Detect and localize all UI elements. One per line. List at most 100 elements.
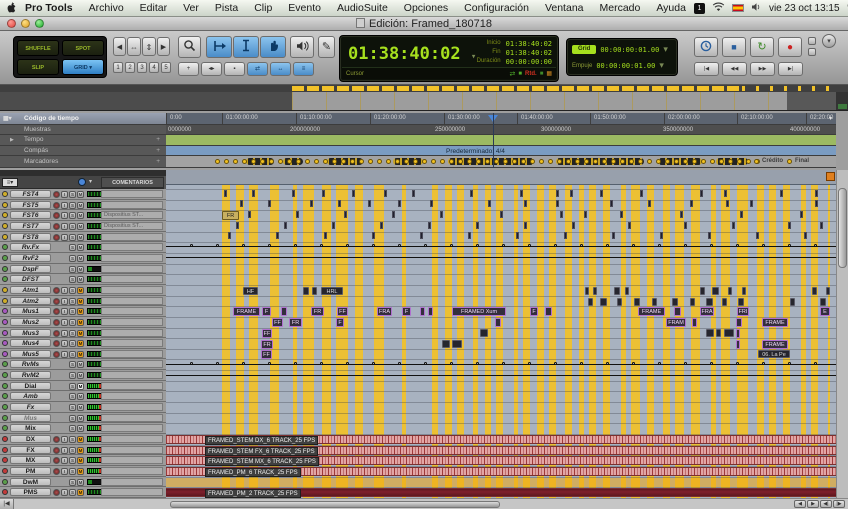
small-clip[interactable] [268, 200, 271, 207]
automation-breakpoint[interactable] [242, 244, 245, 247]
ruler-values-4[interactable]: CréditoFinal [166, 156, 836, 168]
marker-dot[interactable] [620, 159, 625, 164]
horizontal-scrollbar[interactable]: |◀ ◀ ▶ ◀| |▶ [0, 498, 848, 509]
track-name[interactable]: RvM2 [10, 371, 51, 379]
clip-hf[interactable]: HF [243, 287, 258, 295]
track-name[interactable]: RvF2 [10, 254, 51, 262]
record-enable-button[interactable] [53, 298, 60, 305]
clip[interactable] [545, 307, 552, 316]
small-clip[interactable] [700, 190, 703, 197]
marker-dot[interactable] [350, 159, 355, 164]
zoom-vertical-button[interactable]: ⇕ [142, 37, 156, 56]
small-clip[interactable] [252, 190, 255, 197]
automation-breakpoint[interactable] [814, 362, 817, 365]
small-clip[interactable] [380, 222, 383, 229]
marker-dot[interactable] [467, 159, 472, 164]
solo-button[interactable]: S [69, 404, 76, 411]
solo-button[interactable]: S [69, 479, 76, 486]
small-clip[interactable] [500, 211, 503, 218]
input-monitor-button[interactable]: I [61, 223, 68, 230]
automation-breakpoint[interactable] [268, 362, 271, 365]
record-enable-button[interactable] [53, 223, 60, 230]
clip[interactable] [692, 318, 697, 327]
menu-ver[interactable]: Ver [175, 2, 207, 14]
track-name[interactable]: DspF [10, 265, 51, 273]
solo-button[interactable]: S [69, 447, 76, 454]
automation-breakpoint[interactable] [346, 362, 349, 365]
track-comment[interactable] [101, 275, 163, 283]
clip[interactable] [585, 287, 589, 295]
small-clip[interactable] [800, 211, 803, 218]
clip[interactable] [736, 318, 742, 327]
mute-button[interactable]: M [77, 234, 84, 241]
marker-label[interactable]: Crédito [762, 158, 783, 164]
timeline-insertion-icon[interactable]: ⇄ [510, 70, 516, 78]
universe-view[interactable] [0, 85, 848, 111]
menu-editar[interactable]: Editar [132, 2, 175, 14]
automation-breakpoint[interactable] [632, 362, 635, 365]
automation-breakpoint[interactable] [424, 362, 427, 365]
small-clip[interactable] [680, 211, 683, 218]
track-row-pm[interactable]: PMISM [0, 466, 166, 477]
universe-visible-range[interactable] [292, 92, 787, 110]
automation-breakpoint[interactable] [502, 244, 505, 247]
record-enable-button[interactable] [53, 191, 60, 198]
small-clip[interactable] [600, 190, 603, 197]
marker-dot[interactable] [332, 159, 337, 164]
marker-dot[interactable] [647, 159, 652, 164]
clip[interactable] [736, 329, 740, 338]
record-enable-button[interactable] [53, 489, 60, 496]
track-row-fx[interactable]: FxSM [0, 402, 166, 413]
track-row-fst6[interactable]: FST6ISMDispositius ST... [0, 210, 166, 221]
solo-button[interactable]: S [69, 330, 76, 337]
solo-button[interactable]: S [69, 489, 76, 496]
input-monitor-button[interactable]: I [61, 489, 68, 496]
mute-button[interactable]: M [77, 212, 84, 219]
automation-breakpoint[interactable] [242, 362, 245, 365]
solo-button[interactable]: S [69, 372, 76, 379]
marker-dot[interactable] [368, 159, 373, 164]
marker-dot[interactable] [485, 159, 490, 164]
clip-fri[interactable]: FRI [737, 307, 749, 316]
small-clip[interactable] [804, 232, 807, 239]
marker-dot[interactable] [683, 159, 688, 164]
clip[interactable] [652, 298, 657, 306]
input-monitor-button[interactable]: I [61, 330, 68, 337]
clip-f[interactable]: F [262, 307, 271, 316]
ruler-values-1[interactable]: 0000000200000000250000000300000000350000… [166, 125, 836, 136]
small-clip[interactable] [440, 211, 443, 218]
fast-forward-button[interactable]: ▶▶ [750, 62, 775, 76]
small-clip[interactable] [564, 232, 567, 239]
ruler-label-tempo[interactable]: ▶Tempo+ [0, 135, 166, 146]
clip[interactable] [312, 287, 317, 295]
small-clip[interactable] [372, 232, 375, 239]
marker-dot[interactable] [593, 159, 598, 164]
mute-button[interactable]: M [77, 202, 84, 209]
marker-dot[interactable] [665, 159, 670, 164]
clip[interactable] [634, 298, 640, 306]
small-clip[interactable] [690, 200, 693, 207]
track-name[interactable]: Mix [10, 424, 51, 432]
small-clip[interactable] [628, 222, 631, 229]
track-name[interactable]: DX [10, 435, 51, 443]
marker-dot[interactable] [449, 159, 454, 164]
track-row-atm1[interactable]: Atm1ISM [0, 285, 166, 296]
mute-button[interactable]: M [77, 308, 84, 315]
marker-dot[interactable] [278, 159, 283, 164]
clip[interactable] [736, 340, 740, 349]
clip-frame[interactable]: FRAME [638, 307, 665, 316]
track-name[interactable]: MX [10, 456, 51, 464]
solo-button[interactable]: S [69, 266, 76, 273]
mute-button[interactable]: M [77, 319, 84, 326]
automation-breakpoint[interactable] [684, 362, 687, 365]
small-clip[interactable] [324, 232, 327, 239]
track-comment[interactable] [101, 360, 163, 368]
track-row-fst8[interactable]: FST8ISM [0, 232, 166, 242]
record-enable-button[interactable] [53, 447, 60, 454]
clip[interactable] [593, 287, 597, 295]
solo-button[interactable]: S [69, 212, 76, 219]
stem-clip[interactable]: FRAMED_STEM DX_6 TRACK_25 FPS [166, 435, 836, 444]
track-comment[interactable] [101, 339, 163, 347]
track-header-caret-icon[interactable]: ▾ [89, 178, 92, 185]
marker-dot[interactable] [728, 159, 733, 164]
